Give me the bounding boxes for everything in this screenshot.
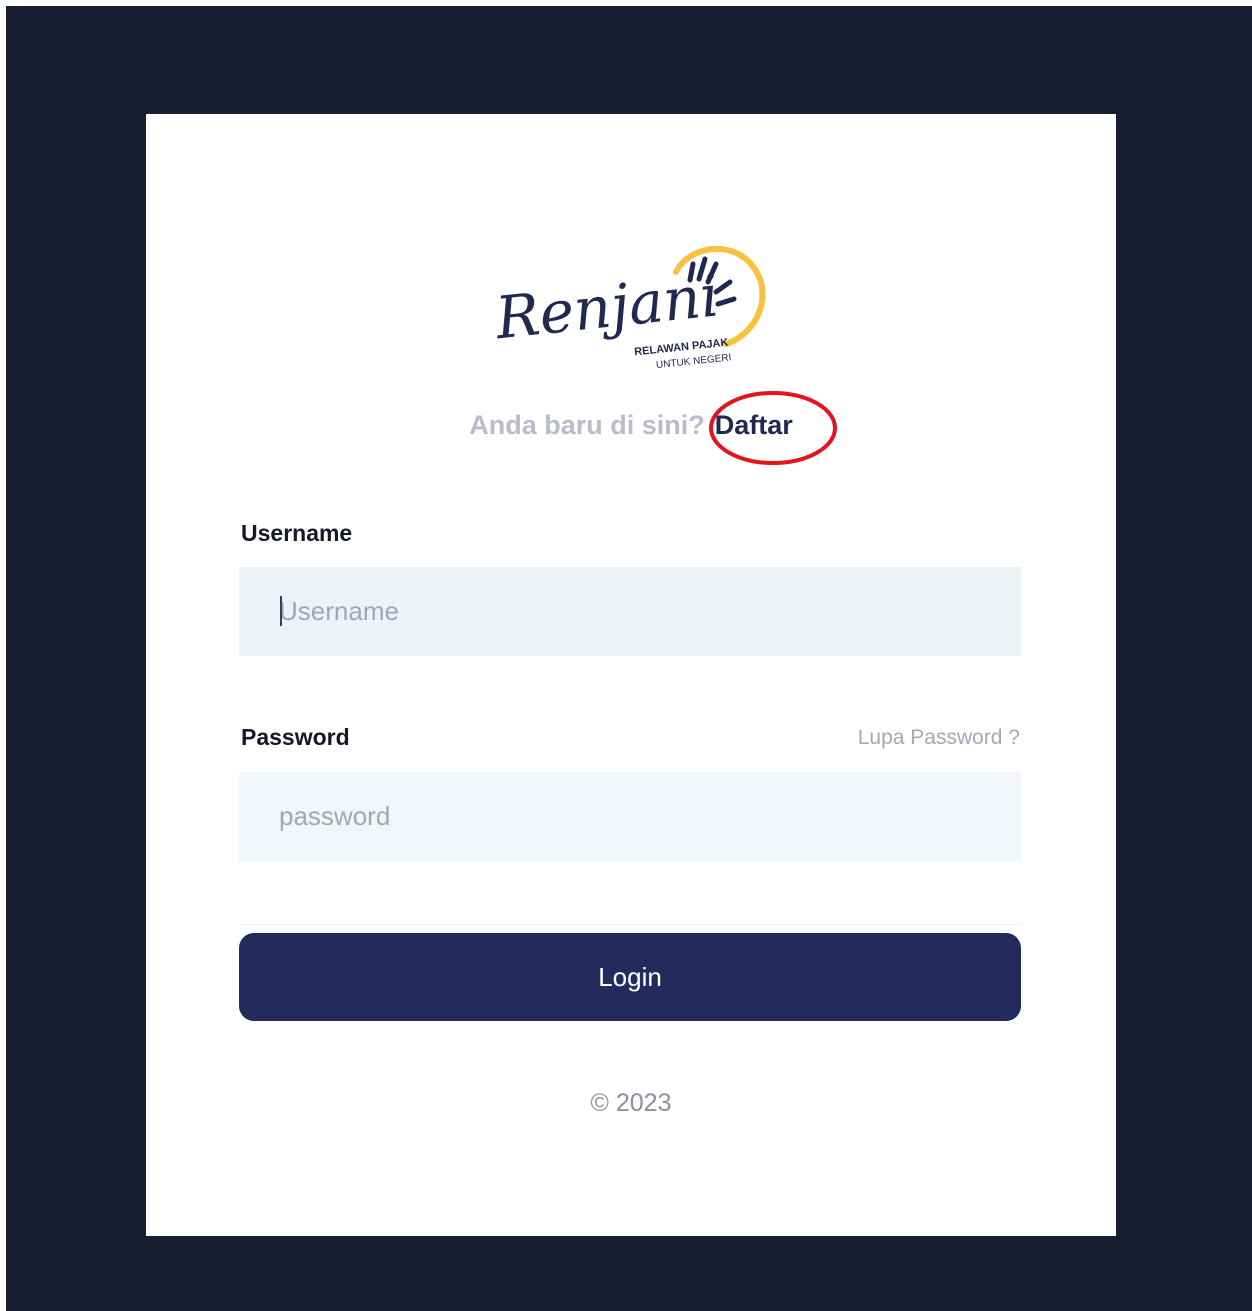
signup-prompt-line: Anda baru di sini? Daftar bbox=[146, 410, 1116, 441]
logo-tagline-2: UNTUK NEGERI bbox=[656, 352, 732, 371]
copyright-text: © 2023 bbox=[590, 1089, 672, 1117]
username-input[interactable] bbox=[239, 567, 1021, 656]
username-label: Username bbox=[241, 520, 353, 546]
annotation-circle bbox=[709, 391, 837, 465]
forgot-password-link[interactable]: Lupa Password ? bbox=[858, 726, 1020, 750]
login-button[interactable]: Login bbox=[239, 933, 1021, 1021]
login-card: Renjani RELAWAN PAJAK UNTUK NEGERI Anda … bbox=[146, 114, 1116, 1236]
divider bbox=[239, 924, 1021, 925]
renjani-logo: Renjani RELAWAN PAJAK UNTUK NEGERI bbox=[492, 245, 766, 371]
annotation-ellipse bbox=[709, 391, 837, 465]
logo-wordmark: Renjani bbox=[492, 261, 723, 352]
signup-prompt-text: Anda baru di sini? bbox=[469, 410, 705, 440]
logo-ray-5 bbox=[715, 296, 737, 307]
page-background: Renjani RELAWAN PAJAK UNTUK NEGERI Anda … bbox=[6, 6, 1252, 1311]
text-caret bbox=[280, 596, 282, 626]
password-label: Password bbox=[241, 724, 350, 750]
password-input[interactable] bbox=[239, 772, 1021, 861]
